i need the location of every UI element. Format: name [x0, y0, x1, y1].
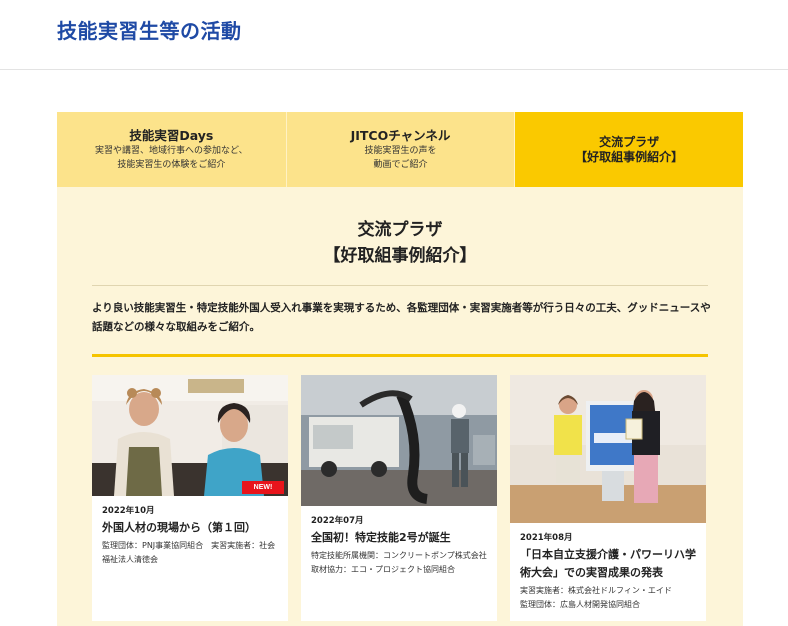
article-card[interactable]: NEW! 2022年10月 外国人材の現場から（第１回） 監理団体：PNJ事業協…: [92, 375, 288, 621]
page-title: 技能実習生等の活動: [57, 19, 242, 43]
article-photo: [301, 375, 497, 506]
article-card[interactable]: 2021年08月 「日本自立支援介護・パワーリハ学術大会」での実習成果の発表 実…: [510, 375, 706, 621]
content-panel: 交流プラザ 【好取組事例紹介】 より良い技能実習生・特定技能外国人受入れ事業を実…: [57, 187, 743, 626]
accent-divider: [92, 354, 708, 357]
section-title-line: 交流プラザ: [357, 220, 443, 240]
card-body: 2022年07月 全国初！特定技能2号が誕生 特定技能所属機関：コンクリートポン…: [301, 506, 497, 577]
card-meta: 実習実施者：株式会社ドルフィン・エイド 監理団体：広島人材開発協同組合: [520, 584, 696, 612]
photo-award-ceremony: [510, 375, 706, 523]
divider: [92, 285, 708, 286]
tab-bar: 技能実習Days 実習や講習、地域行事への参加など、 技能実習生の体験をご紹介 …: [57, 112, 743, 196]
card-date: 2022年10月: [102, 506, 155, 516]
card-date: 2022年07月: [311, 516, 364, 526]
card-meta-line: 実習実施者：株式会社ドルフィン・エイド: [520, 586, 672, 595]
card-title: 「日本自立支援介護・パワーリハ学術大会」での実習成果の発表: [520, 548, 696, 579]
tab-title: 技能実習Days: [129, 128, 214, 143]
tab-subtitle: 実習や講習、地域行事への参加など、: [95, 146, 248, 156]
card-meta: 監理団体：PNJ事業協同組合 実習実施者：社会福祉法人清徳会: [102, 541, 276, 564]
section-title: 交流プラザ 【好取組事例紹介】: [57, 217, 743, 269]
article-photo: NEW!: [92, 375, 288, 496]
photo-two-trainees: [92, 375, 288, 496]
tab-subtitle: 動画でご紹介: [373, 160, 428, 170]
tab-koryu-plaza[interactable]: 交流プラザ 【好取組事例紹介】: [514, 112, 743, 196]
card-body: 2021年08月 「日本自立支援介護・パワーリハ学術大会」での実習成果の発表 実…: [510, 523, 706, 612]
tab-title: 【好取組事例紹介】: [575, 149, 684, 164]
photo-concrete-pump: [301, 375, 497, 506]
tab-title: 交流プラザ: [599, 134, 660, 149]
article-photo: [510, 375, 706, 523]
tab-jitco-channel[interactable]: JITCOチャンネル 技能実習生の声を 動画でご紹介: [285, 112, 515, 187]
card-date: 2021年08月: [520, 533, 573, 543]
card-body: 2022年10月 外国人材の現場から（第１回） 監理団体：PNJ事業協同組合 実…: [92, 496, 288, 567]
article-card[interactable]: 2022年07月 全国初！特定技能2号が誕生 特定技能所属機関：コンクリートポン…: [301, 375, 497, 621]
new-badge: NEW!: [242, 481, 284, 494]
page-header: 技能実習生等の活動: [0, 0, 788, 70]
tab-subtitle: 技能実習生の体験をご紹介: [117, 160, 226, 170]
tab-ginou-jisshu-days[interactable]: 技能実習Days 実習や講習、地域行事への参加など、 技能実習生の体験をご紹介: [57, 112, 286, 187]
card-meta: 特定技能所属機関：コンクリートポンプ株式会社 取材協力：エコ・プロジェクト協同組…: [311, 551, 495, 574]
card-title: 全国初！特定技能2号が誕生: [311, 531, 451, 544]
card-title: 外国人材の現場から（第１回）: [102, 521, 256, 534]
section-title-line: 【好取組事例紹介】: [323, 246, 477, 266]
card-meta-line: 監理団体：広島人材開発協同組合: [520, 600, 640, 609]
section-description: より良い技能実習生・特定技能外国人受入れ事業を実現するため、各監理団体・実習実施…: [92, 302, 711, 333]
tab-title: JITCOチャンネル: [350, 128, 451, 143]
tab-subtitle: 技能実習生の声を: [364, 146, 437, 156]
